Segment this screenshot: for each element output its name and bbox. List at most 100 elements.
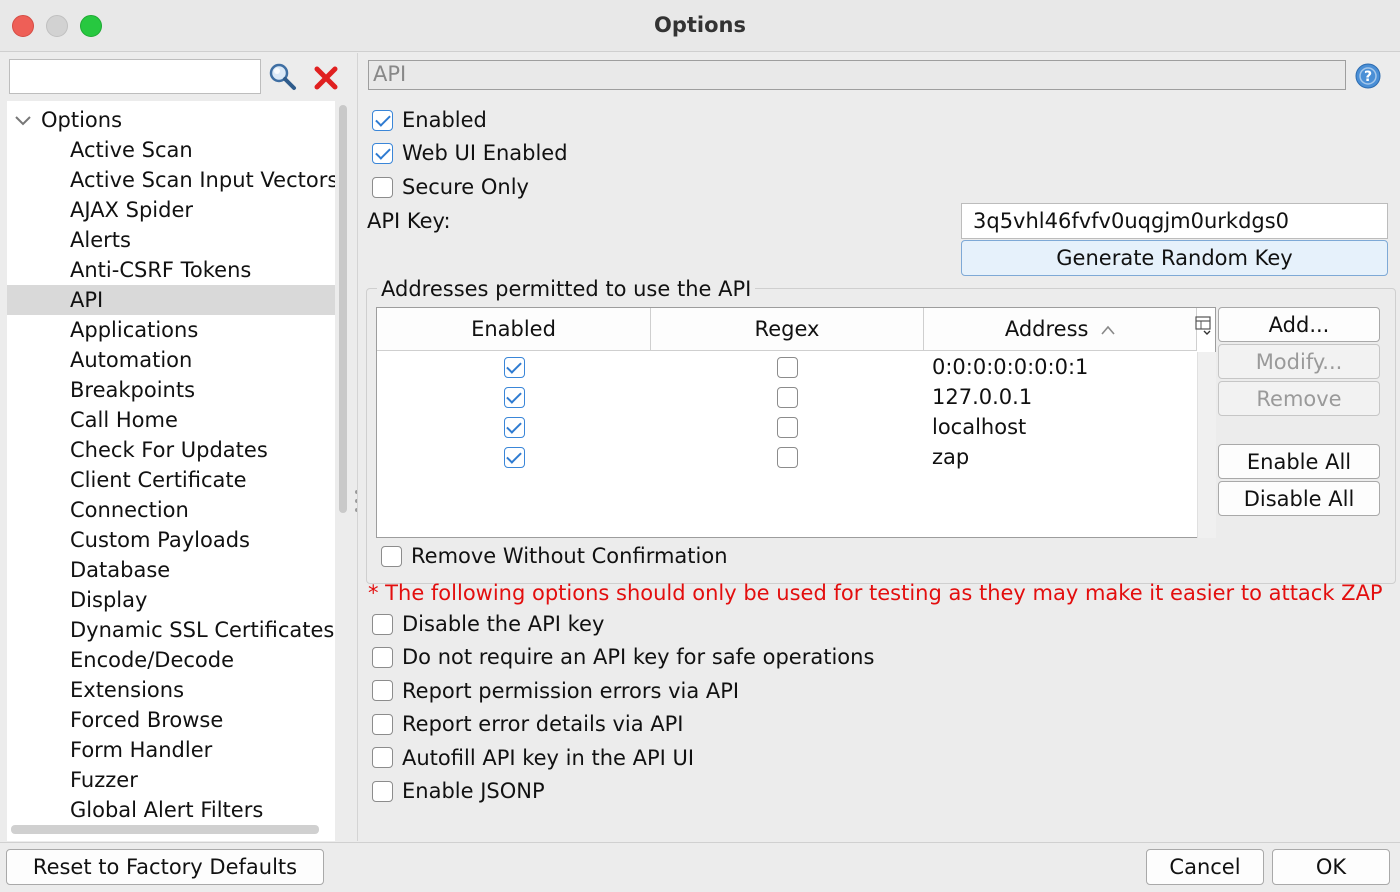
tree-item-forced-browse[interactable]: Forced Browse bbox=[7, 705, 335, 735]
ok-button[interactable]: OK bbox=[1272, 849, 1390, 885]
table-vertical-scrollbar[interactable] bbox=[1197, 352, 1216, 538]
search-input[interactable] bbox=[9, 59, 261, 94]
remove-address-button[interactable]: Remove bbox=[1218, 381, 1380, 416]
do-not-require-an-api-key-for-safe-operations-checkbox-box[interactable] bbox=[372, 646, 393, 668]
disable-the-api-key-checkbox[interactable]: Disable the API key bbox=[372, 612, 604, 636]
tree-item-call-home[interactable]: Call Home bbox=[7, 405, 335, 435]
tree-item-client-certificate[interactable]: Client Certificate bbox=[7, 465, 335, 495]
do-not-require-an-api-key-for-safe-operations-checkbox[interactable]: Do not require an API key for safe opera… bbox=[372, 645, 874, 669]
cell-enabled bbox=[377, 386, 651, 408]
tree-horizontal-scrollbar[interactable] bbox=[11, 825, 319, 834]
disable-the-api-key-checkbox-box[interactable] bbox=[372, 613, 393, 635]
row-enabled-checkbox[interactable] bbox=[503, 446, 525, 468]
row-regex-checkbox[interactable] bbox=[777, 386, 798, 408]
web-ui-enabled-checkbox[interactable]: Web UI Enabled bbox=[372, 141, 568, 165]
cell-address: localhost bbox=[932, 415, 1027, 439]
column-header-regex-label: Regex bbox=[754, 317, 820, 341]
table-header: Enabled Regex Address bbox=[377, 308, 1197, 351]
report-permission-errors-via-api-label: Report permission errors via API bbox=[402, 678, 740, 703]
remove-without-confirmation-label: Remove Without Confirmation bbox=[411, 544, 728, 568]
report-permission-errors-via-api-checkbox-box[interactable] bbox=[372, 680, 393, 702]
tree-item-dynamic-ssl-certificates[interactable]: Dynamic SSL Certificates bbox=[7, 615, 335, 645]
tree-item-automation[interactable]: Automation bbox=[7, 345, 335, 375]
tree-item-ajax-spider[interactable]: AJAX Spider bbox=[7, 195, 335, 225]
api-key-input[interactable] bbox=[961, 203, 1388, 239]
dialog-footer: Reset to Factory Defaults Cancel OK bbox=[0, 842, 1400, 892]
tree-item-active-scan-input-vectors[interactable]: Active Scan Input Vectors bbox=[7, 165, 335, 195]
search-icon[interactable] bbox=[267, 61, 299, 93]
tree-item-encode-decode[interactable]: Encode/Decode bbox=[7, 645, 335, 675]
report-permission-errors-via-api-checkbox[interactable]: Report permission errors via API bbox=[372, 679, 739, 703]
tree-root-label: Options bbox=[41, 108, 123, 132]
api-options-panel: API ? Enabled Web UI Enabled Secure Only… bbox=[357, 53, 1397, 841]
column-picker-icon[interactable] bbox=[1195, 316, 1213, 336]
table-row[interactable]: 127.0.0.1 bbox=[377, 382, 1197, 412]
cancel-button[interactable]: Cancel bbox=[1146, 849, 1264, 885]
tree-item-anti-csrf-tokens[interactable]: Anti-CSRF Tokens bbox=[7, 255, 335, 285]
testing-warning-text: * The following options should only be u… bbox=[368, 581, 1383, 605]
do-not-require-an-api-key-for-safe-operations-label: Do not require an API key for safe opera… bbox=[402, 645, 875, 670]
add-address-button[interactable]: Add... bbox=[1218, 307, 1380, 342]
tree-item-active-scan[interactable]: Active Scan bbox=[7, 135, 335, 165]
secure-only-label: Secure Only bbox=[402, 175, 529, 199]
autofill-api-key-in-the-api-ui-checkbox-box[interactable] bbox=[372, 747, 393, 769]
window-title: Options bbox=[654, 13, 746, 37]
enable-jsonp-checkbox-box[interactable] bbox=[372, 780, 393, 802]
tree-item-custom-payloads[interactable]: Custom Payloads bbox=[7, 525, 335, 555]
row-regex-checkbox[interactable] bbox=[777, 356, 798, 378]
cell-regex bbox=[651, 416, 924, 438]
row-enabled-checkbox[interactable] bbox=[503, 416, 525, 438]
tree-item-extensions[interactable]: Extensions bbox=[7, 675, 335, 705]
enabled-checkbox[interactable]: Enabled bbox=[372, 108, 487, 132]
column-header-enabled[interactable]: Enabled bbox=[377, 308, 651, 351]
help-icon[interactable]: ? bbox=[1355, 63, 1381, 89]
tree-item-connection[interactable]: Connection bbox=[7, 495, 335, 525]
row-enabled-checkbox[interactable] bbox=[503, 386, 525, 408]
tree-item-applications[interactable]: Applications bbox=[7, 315, 335, 345]
report-error-details-via-api-checkbox[interactable]: Report error details via API bbox=[372, 712, 683, 736]
tree-root-options[interactable]: Options bbox=[7, 105, 122, 135]
autofill-api-key-in-the-api-ui-checkbox[interactable]: Autofill API key in the API UI bbox=[372, 746, 694, 770]
enable-jsonp-checkbox[interactable]: Enable JSONP bbox=[372, 779, 545, 803]
cell-address: 127.0.0.1 bbox=[932, 385, 1033, 409]
title-bar: Options bbox=[0, 0, 1400, 52]
tree-item-api[interactable]: API bbox=[7, 285, 335, 315]
api-key-label: API Key: bbox=[367, 209, 451, 233]
column-header-regex[interactable]: Regex bbox=[651, 308, 924, 351]
tree-item-global-alert-filters[interactable]: Global Alert Filters bbox=[7, 795, 335, 825]
tree-item-fuzzer[interactable]: Fuzzer bbox=[7, 765, 335, 795]
enabled-label: Enabled bbox=[402, 108, 487, 132]
table-row[interactable]: 0:0:0:0:0:0:0:1 bbox=[377, 352, 1197, 382]
row-regex-checkbox[interactable] bbox=[777, 446, 798, 468]
chevron-down-icon[interactable] bbox=[13, 110, 33, 130]
table-row[interactable]: zap bbox=[377, 442, 1197, 472]
tree-item-check-for-updates[interactable]: Check For Updates bbox=[7, 435, 335, 465]
web-ui-enabled-checkbox-box[interactable] bbox=[372, 142, 393, 164]
report-error-details-via-api-checkbox-box[interactable] bbox=[372, 713, 393, 735]
enabled-checkbox-box[interactable] bbox=[372, 109, 393, 131]
remove-without-confirmation-checkbox-box[interactable] bbox=[381, 545, 402, 567]
row-regex-checkbox[interactable] bbox=[777, 416, 798, 438]
column-header-address[interactable]: Address bbox=[924, 308, 1197, 351]
clear-search-icon[interactable] bbox=[311, 63, 341, 93]
row-enabled-checkbox[interactable] bbox=[503, 356, 525, 378]
modify-address-button[interactable]: Modify... bbox=[1218, 344, 1380, 379]
disable-all-button[interactable]: Disable All bbox=[1218, 481, 1380, 516]
secure-only-checkbox[interactable]: Secure Only bbox=[372, 175, 529, 199]
tree-item-alerts[interactable]: Alerts bbox=[7, 225, 335, 255]
enable-all-button[interactable]: Enable All bbox=[1218, 444, 1380, 479]
tree-item-display[interactable]: Display bbox=[7, 585, 335, 615]
table-row[interactable]: localhost bbox=[377, 412, 1197, 442]
cell-regex bbox=[651, 356, 924, 378]
remove-without-confirmation-checkbox[interactable]: Remove Without Confirmation bbox=[381, 544, 728, 568]
secure-only-checkbox-box[interactable] bbox=[372, 176, 393, 198]
report-error-details-via-api-label: Report error details via API bbox=[402, 712, 684, 737]
autofill-api-key-in-the-api-ui-label: Autofill API key in the API UI bbox=[402, 745, 695, 770]
generate-random-key-button[interactable]: Generate Random Key bbox=[961, 240, 1388, 276]
cell-address: zap bbox=[932, 445, 970, 469]
tree-item-database[interactable]: Database bbox=[7, 555, 335, 585]
tree-item-breakpoints[interactable]: Breakpoints bbox=[7, 375, 335, 405]
reset-to-factory-defaults-button[interactable]: Reset to Factory Defaults bbox=[6, 849, 324, 885]
tree-item-form-handler[interactable]: Form Handler bbox=[7, 735, 335, 765]
tree-vertical-scrollbar[interactable] bbox=[339, 105, 347, 513]
